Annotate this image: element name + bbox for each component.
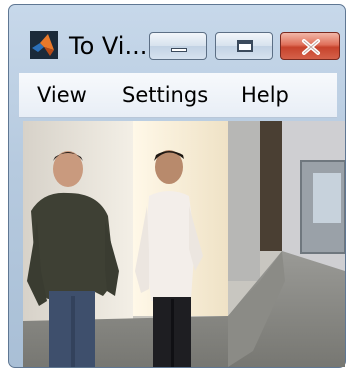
maximize-button[interactable]	[215, 32, 273, 60]
video-player-window: To Vi... View Settings Help	[8, 4, 346, 368]
close-button[interactable]	[280, 32, 340, 60]
video-display[interactable]	[23, 121, 345, 367]
window-title: To Vi...	[69, 32, 148, 60]
menu-settings[interactable]: Settings	[122, 82, 208, 108]
matlab-icon[interactable]	[30, 31, 58, 59]
close-icon	[302, 39, 320, 55]
title-bar[interactable]: To Vi...	[9, 5, 345, 73]
menu-bar: View Settings Help	[19, 73, 337, 118]
maximize-icon	[237, 40, 253, 52]
menu-help[interactable]: Help	[241, 82, 289, 108]
menu-view[interactable]: View	[37, 82, 87, 108]
minimize-button[interactable]	[149, 32, 207, 60]
video-frame-image	[23, 121, 345, 367]
minimize-icon	[171, 48, 187, 52]
